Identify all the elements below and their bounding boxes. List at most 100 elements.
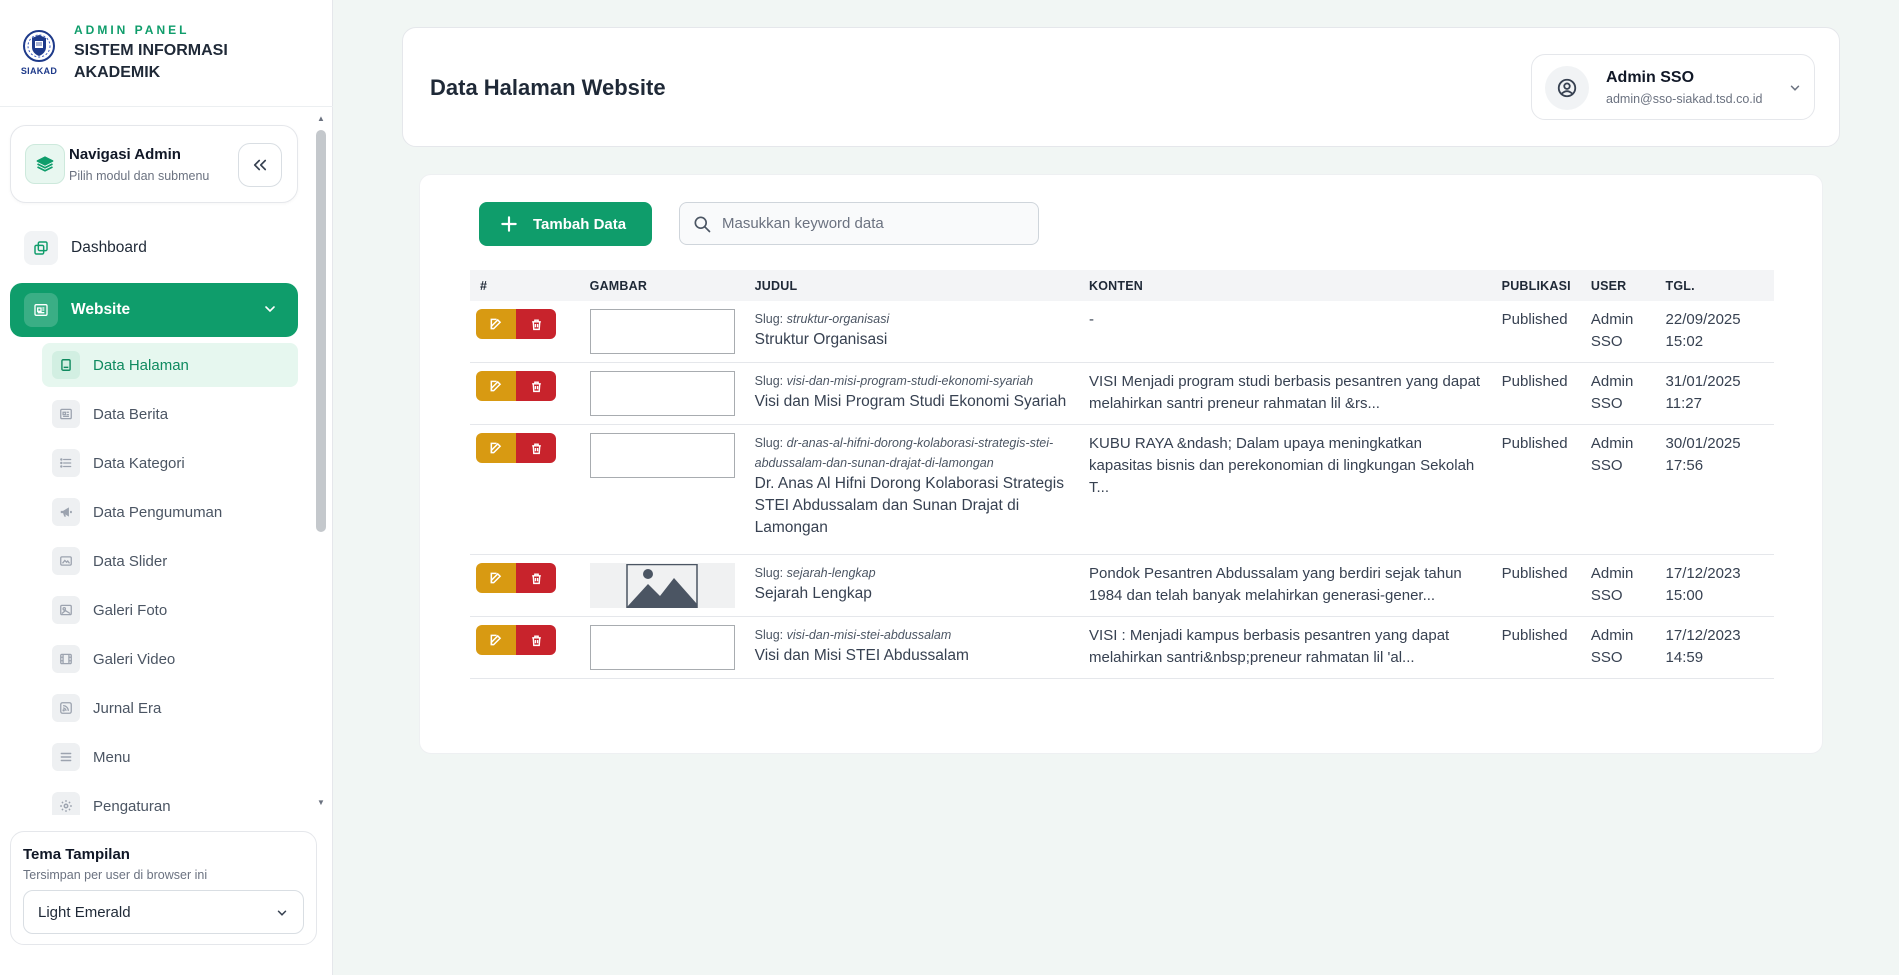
collapse-sidebar-button[interactable] xyxy=(238,143,282,187)
user-menu[interactable]: Admin SSO admin@sso-siakad.tsd.co.id xyxy=(1531,54,1815,120)
col-header-tgl: TGL. xyxy=(1655,270,1774,301)
delete-button[interactable] xyxy=(516,433,556,463)
sidebar-subitem-menu[interactable]: Menu xyxy=(42,735,298,779)
row-tgl: 30/01/2025 17:56 xyxy=(1655,424,1774,555)
nav-card-title: Navigasi Admin xyxy=(69,146,181,163)
layers-icon xyxy=(25,144,65,184)
website-icon xyxy=(24,293,58,327)
nav-card-subtitle: Pilih modul dan submenu xyxy=(69,169,210,183)
table-row: Slug: dr-anas-al-hifni-dorong-kolaborasi… xyxy=(470,424,1774,555)
edit-icon xyxy=(490,572,502,584)
data-table: # GAMBAR JUDUL KONTEN PUBLIKASI USER TGL… xyxy=(470,270,1774,679)
sidebar-subitem-galeri-foto[interactable]: Galeri Foto xyxy=(42,588,298,632)
thumbnail-broken-image xyxy=(589,433,735,478)
edit-button[interactable] xyxy=(476,563,516,593)
trash-icon xyxy=(531,380,541,392)
scroll-down-arrow-icon[interactable]: ▼ xyxy=(316,798,326,808)
sidebar-subitem-label: Pengaturan xyxy=(93,797,171,815)
row-actions xyxy=(476,433,570,463)
sidebar-subitem-label: Menu xyxy=(93,748,131,766)
table-row: Slug: visi-dan-misi-program-studi-ekonom… xyxy=(470,362,1774,425)
row-actions xyxy=(476,309,570,339)
sidebar-subitem-data-berita[interactable]: Data Berita xyxy=(42,392,298,436)
slug-value: sejarah-lengkap xyxy=(786,566,876,580)
edit-icon xyxy=(490,380,502,392)
chevron-down-icon xyxy=(265,306,275,313)
sidebar-subitem-label: Jurnal Era xyxy=(93,699,162,717)
sidebar-menu: Dashboard Website Data Halaman Data Beri… xyxy=(0,222,310,815)
thumbnail-broken-image xyxy=(589,625,735,670)
brand-title: SISTEM INFORMASI AKADEMIK xyxy=(74,42,228,81)
theme-select-value: Light Emerald xyxy=(38,903,131,921)
table-row: Slug: struktur-organisasi Struktur Organ… xyxy=(470,301,1774,363)
row-user: Admin SSO xyxy=(1580,616,1656,679)
row-user: Admin SSO xyxy=(1580,554,1656,617)
row-tgl: 31/01/2025 11:27 xyxy=(1655,362,1774,425)
row-tgl: 17/12/2023 15:00 xyxy=(1655,554,1774,617)
trash-icon xyxy=(531,318,541,330)
thumbnail-broken-image xyxy=(589,371,735,416)
delete-button[interactable] xyxy=(516,625,556,655)
sidebar-subitem-label: Galeri Foto xyxy=(93,601,168,619)
sidebar-subitem-data-pengumuman[interactable]: Data Pengumuman xyxy=(42,490,298,534)
row-slug: Slug: sejarah-lengkap xyxy=(755,563,1069,583)
film-icon xyxy=(52,645,80,673)
sidebar-item-website[interactable]: Website xyxy=(10,283,298,337)
brand: SIAKAD ADMIN PANEL SISTEM INFORMASI AKAD… xyxy=(0,0,333,107)
sidebar-scrollbar[interactable]: ▲ ▼ xyxy=(316,112,328,812)
edit-icon xyxy=(490,442,502,454)
user-name: Admin SSO xyxy=(1606,69,1695,86)
sidebar: SIAKAD ADMIN PANEL SISTEM INFORMASI AKAD… xyxy=(0,0,333,975)
gear-icon xyxy=(52,792,80,815)
list-icon xyxy=(52,449,80,477)
row-judul: Visi dan Misi STEI Abdussalam xyxy=(754,647,969,664)
sidebar-item-dashboard[interactable]: Dashboard xyxy=(10,222,298,274)
sidebar-subitem-label: Data Berita xyxy=(93,405,169,423)
slug-value: struktur-organisasi xyxy=(786,312,890,326)
delete-button[interactable] xyxy=(516,563,556,593)
table-header-row: # GAMBAR JUDUL KONTEN PUBLIKASI USER TGL… xyxy=(470,270,1774,301)
slug-prefix: Slug: xyxy=(754,312,784,326)
user-avatar-icon xyxy=(1545,66,1589,110)
row-slug: Slug: dr-anas-al-hifni-dorong-kolaborasi… xyxy=(755,433,1069,473)
edit-button[interactable] xyxy=(476,309,516,339)
edit-icon xyxy=(490,318,502,330)
chevron-down-icon xyxy=(277,910,287,916)
edit-button[interactable] xyxy=(476,433,516,463)
edit-button[interactable] xyxy=(476,625,516,655)
search-input[interactable] xyxy=(722,215,1022,232)
sidebar-subitem-pengaturan[interactable]: Pengaturan xyxy=(42,784,298,815)
page-title: Data Halaman Website xyxy=(430,75,666,100)
theme-card: Tema Tampilan Tersimpan per user di brow… xyxy=(10,831,317,945)
user-email: admin@sso-siakad.tsd.co.id xyxy=(1606,92,1763,106)
sidebar-subitem-data-slider[interactable]: Data Slider xyxy=(42,539,298,583)
sidebar-subitem-jurnal-era[interactable]: Jurnal Era xyxy=(42,686,298,730)
trash-icon xyxy=(531,634,541,646)
menu-icon xyxy=(52,743,80,771)
row-user: Admin SSO xyxy=(1580,301,1656,363)
photo-icon xyxy=(52,596,80,624)
sidebar-subitem-data-halaman[interactable]: Data Halaman xyxy=(42,343,298,387)
row-publikasi: Published xyxy=(1491,616,1581,679)
row-konten: VISI : Menjadi kampus berbasis pesantren… xyxy=(1079,616,1492,679)
edit-button[interactable] xyxy=(476,371,516,401)
scroll-thumb[interactable] xyxy=(316,130,326,532)
sidebar-subitem-galeri-video[interactable]: Galeri Video xyxy=(42,637,298,681)
delete-button[interactable] xyxy=(516,309,556,339)
sidebar-subitem-data-kategori[interactable]: Data Kategori xyxy=(42,441,298,485)
slug-prefix: Slug: xyxy=(754,436,784,450)
page-icon xyxy=(52,351,80,379)
row-slug: Slug: struktur-organisasi xyxy=(755,309,1069,329)
table-row: Slug: sejarah-lengkap Sejarah Lengkap Po… xyxy=(470,554,1774,617)
add-data-button[interactable]: Tambah Data xyxy=(479,202,652,246)
slug-value: visi-dan-misi-program-studi-ekonomi-syar… xyxy=(786,374,1034,388)
thumbnail-placeholder-image-icon xyxy=(589,563,735,608)
delete-button[interactable] xyxy=(516,371,556,401)
row-publikasi: Published xyxy=(1491,301,1581,363)
row-slug: Slug: visi-dan-misi-program-studi-ekonom… xyxy=(755,371,1069,391)
theme-select[interactable]: Light Emerald xyxy=(23,890,304,934)
trash-icon xyxy=(531,442,541,454)
scroll-up-arrow-icon[interactable]: ▲ xyxy=(316,114,326,124)
sidebar-item-label: Website xyxy=(71,301,131,318)
row-publikasi: Published xyxy=(1491,554,1581,617)
